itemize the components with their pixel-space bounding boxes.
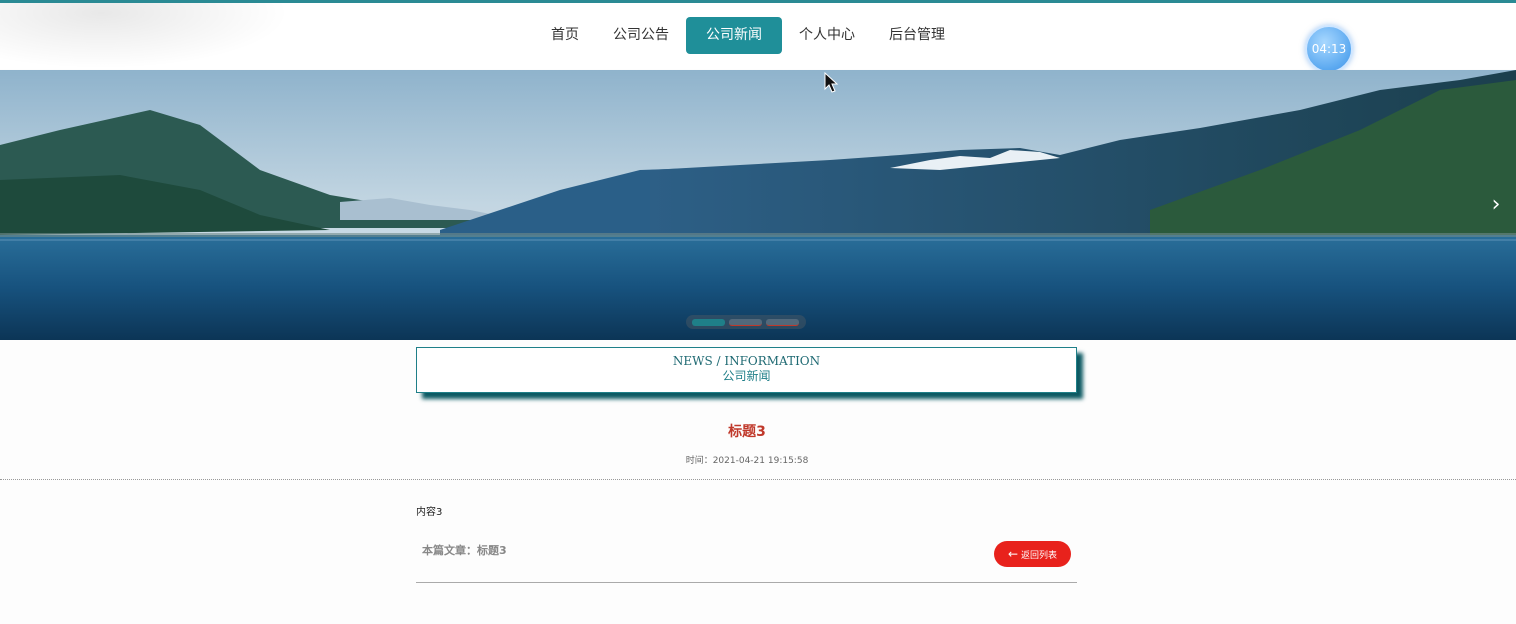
bottom-divider [416,582,1077,583]
section-header: NEWS / INFORMATION 公司新闻 [416,347,1077,393]
mouse-cursor-icon [824,72,839,93]
nav-item-news[interactable]: 公司新闻 [686,17,782,54]
back-to-list-label: 返回列表 [1021,550,1058,561]
article-title: 标题3 [728,424,766,440]
header: 首页 公司公告 公司新闻 个人中心 后台管理 04:13 [0,3,1516,73]
nav-item-admin[interactable]: 后台管理 [872,17,962,54]
current-article-label: 本篇文章：标题3 [422,544,507,557]
carousel-pager [686,315,806,329]
carousel-dot-1[interactable] [692,318,725,326]
article-content: 内容3 [416,507,443,518]
main-nav: 首页 公司公告 公司新闻 个人中心 后台管理 [534,17,962,54]
chevron-right-icon[interactable]: › [1486,192,1506,218]
banner-image [0,70,1516,340]
article-time: 时间：2021-04-21 19:15:58 [685,456,809,466]
arrow-left-icon: ← [1007,547,1019,561]
carousel-dot-3[interactable] [766,318,799,326]
back-to-list-button[interactable]: ← 返回列表 [994,541,1071,567]
banner-carousel: › [0,70,1516,340]
dotted-divider [0,479,1516,480]
logo-area [0,3,290,69]
section-title-en: NEWS / INFORMATION [672,354,821,368]
nav-item-home[interactable]: 首页 [534,17,596,54]
carousel-dot-2[interactable] [729,318,762,326]
section-title-cn: 公司新闻 [722,369,771,383]
nav-item-personal-center[interactable]: 个人中心 [782,17,872,54]
timer-badge: 04:13 [1305,25,1353,73]
nav-item-announcements[interactable]: 公司公告 [596,17,686,54]
